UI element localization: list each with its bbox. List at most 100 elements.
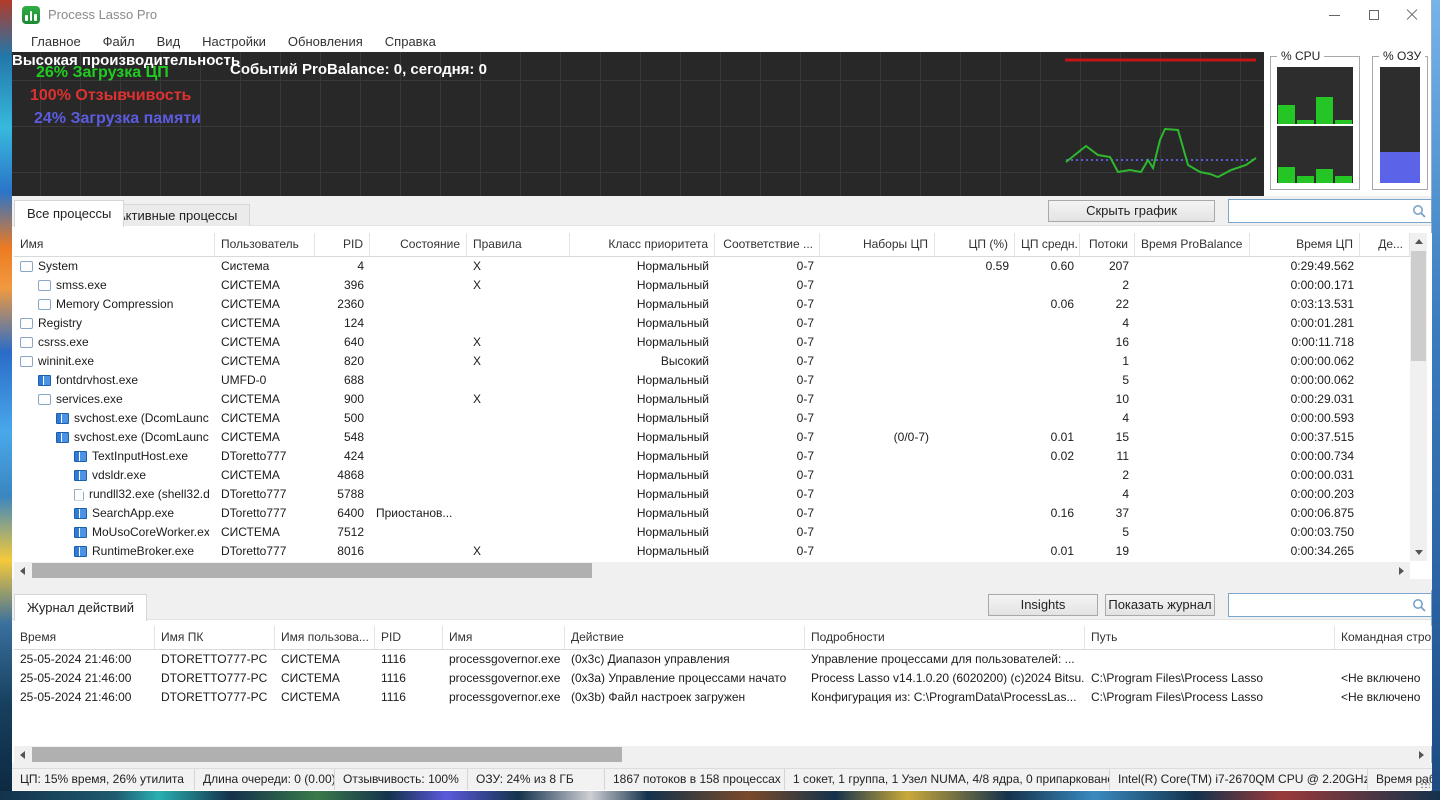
process-cell-rules [467,295,570,314]
process-cell-threads: 4 [1080,485,1135,504]
process-cell-threads: 19 [1080,542,1135,561]
process-cell-pid: 8016 [315,542,370,561]
window-icon [38,280,51,291]
process-cell-cpu_time: 0:00:00.593 [1250,409,1360,428]
column-header-cpu_time[interactable]: Время ЦП [1250,233,1360,256]
ram-meter-label: % ОЗУ [1379,49,1425,63]
log-row[interactable]: 25-05-2024 21:46:00DTORETTO777-PCСИСТЕМА… [14,650,1432,669]
menu-settings[interactable]: Настройки [191,32,277,51]
log-horizontal-scrollbar[interactable] [14,746,1430,763]
process-vertical-scrollbar[interactable] [1410,233,1427,561]
horizontal-scroll-thumb[interactable] [32,747,622,762]
column-header-state[interactable]: Состояние [370,233,467,256]
process-cell-affinity: 0-7 [715,314,820,333]
tab-active-processes[interactable]: Активные процессы [104,204,250,226]
scroll-down-button[interactable] [1410,544,1427,561]
process-row[interactable]: fontdrvhost.exeUMFD-0688Нормальный0-750:… [14,371,1410,390]
process-row[interactable]: TextInputHost.exeDToretto777424Нормальны… [14,447,1410,466]
menu-view[interactable]: Вид [146,32,192,51]
column-header-name[interactable]: Имя [14,233,215,256]
process-row[interactable]: SystemСистема4XНормальный0-70.590.602070… [14,257,1410,276]
log-column-header-pc[interactable]: Имя ПК [155,626,275,649]
process-cell-cpu_sets [820,447,935,466]
process-row[interactable]: vdsldr.exeСИСТЕМА4868Нормальный0-720:00:… [14,466,1410,485]
column-header-cpu[interactable]: ЦП (%) [935,233,1015,256]
scroll-up-button[interactable] [1410,233,1427,250]
log-row[interactable]: 25-05-2024 21:46:00DTORETTO777-PCСИСТЕМА… [14,688,1432,707]
column-header-cpu_sets[interactable]: Наборы ЦП [820,233,935,256]
log-row[interactable]: 25-05-2024 21:46:00DTORETTO777-PCСИСТЕМА… [14,669,1432,688]
section-splitter[interactable] [12,579,1432,590]
menu-help[interactable]: Справка [374,32,447,51]
log-column-header-details[interactable]: Подробности [805,626,1085,649]
process-row[interactable]: wininit.exeСИСТЕМА820XВысокий0-710:00:00… [14,352,1410,371]
column-header-user[interactable]: Пользователь [215,233,315,256]
minimize-button[interactable] [1317,0,1351,30]
process-horizontal-scrollbar[interactable] [14,562,1410,579]
process-cell-cpu_time: 0:00:11.718 [1250,333,1360,352]
ram-usage-bar [1380,152,1420,183]
column-header-threads[interactable]: Потоки [1080,233,1135,256]
menu-file[interactable]: Файл [92,32,146,51]
process-row[interactable]: SearchApp.exeDToretto7776400Приостанов..… [14,504,1410,523]
window-icon [74,451,87,462]
scroll-left-button[interactable] [14,746,31,763]
process-cell-cpu_sets [820,333,935,352]
tab-action-log[interactable]: Журнал действий [14,594,147,621]
scroll-right-button[interactable] [1413,746,1430,763]
process-cell-cpu [935,333,1015,352]
process-row[interactable]: csrss.exeСИСТЕМА640XНормальный0-7160:00:… [14,333,1410,352]
process-cell-priority: Нормальный [570,314,715,333]
process-row[interactable]: svchost.exe (DcomLaunc...СИСТЕМА548Норма… [14,428,1410,447]
log-column-header-action[interactable]: Действие [565,626,805,649]
maximize-button[interactable] [1357,0,1391,30]
process-cell-state [370,276,467,295]
log-column-header-user[interactable]: Имя пользова... [275,626,375,649]
column-header-priority[interactable]: Класс приоритета [570,233,715,256]
process-row[interactable]: RegistryСИСТЕМА124Нормальный0-740:00:01.… [14,314,1410,333]
process-cell-rules: X [467,390,570,409]
process-lasso-window: Process Lasso Pro Главное Файл Вид Настр… [12,0,1432,791]
process-row[interactable]: smss.exeСИСТЕМА396XНормальный0-720:00:00… [14,276,1410,295]
column-header-descr[interactable]: Де... [1360,233,1410,256]
log-cell-user: СИСТЕМА [275,669,375,688]
log-column-header-cmdline[interactable]: Командная строка [1335,626,1432,649]
log-column-header-path[interactable]: Путь [1085,626,1335,649]
show-log-button[interactable]: Показать журнал [1105,594,1215,616]
tab-all-processes[interactable]: Все процессы [14,200,124,227]
column-header-affinity[interactable]: Соответствие ... [715,233,820,256]
window-icon [74,508,87,519]
process-cell-priority: Нормальный [570,371,715,390]
search-icon [1411,597,1427,613]
process-cell-cpu [935,485,1015,504]
process-row[interactable]: svchost.exe (DcomLaunc...СИСТЕМА500Норма… [14,409,1410,428]
process-cell-cpu [935,390,1015,409]
column-header-probalance_time[interactable]: Время ProBalance [1135,233,1250,256]
menu-main[interactable]: Главное [20,32,92,51]
log-column-header-name[interactable]: Имя [443,626,565,649]
column-header-rules[interactable]: Правила [467,233,570,256]
process-row[interactable]: Memory CompressionСИСТЕМА2360Нормальный0… [14,295,1410,314]
column-header-pid[interactable]: PID [315,233,370,256]
log-search-input[interactable] [1231,595,1407,615]
hide-graph-button[interactable]: Скрыть график [1048,200,1215,222]
vertical-scroll-thumb[interactable] [1411,251,1426,361]
process-row[interactable]: rundll32.exe (shell32.d...DToretto777578… [14,485,1410,504]
insights-button[interactable]: Insights [988,594,1098,616]
log-cell-details: Process Lasso v14.1.0.20 (6020200) (c)20… [805,669,1085,688]
process-cell-cpu [935,447,1015,466]
process-row[interactable]: MoUsoCoreWorker.exeСИСТЕМА7512Нормальный… [14,523,1410,542]
process-cell-threads: 5 [1080,371,1135,390]
process-row[interactable]: RuntimeBroker.exeDToretto7778016XНормаль… [14,542,1410,561]
horizontal-scroll-thumb[interactable] [32,563,592,578]
close-button[interactable] [1395,0,1429,30]
process-row[interactable]: services.exeСИСТЕМА900XНормальный0-7100:… [14,390,1410,409]
scroll-left-button[interactable] [14,562,31,579]
process-search-input[interactable] [1231,201,1407,221]
menu-updates[interactable]: Обновления [277,32,374,51]
resize-grip[interactable] [1420,778,1430,788]
log-column-header-pid[interactable]: PID [375,626,443,649]
scroll-right-button[interactable] [1393,562,1410,579]
column-header-cpu_avg[interactable]: ЦП средн. [1015,233,1080,256]
log-column-header-time[interactable]: Время [14,626,155,649]
